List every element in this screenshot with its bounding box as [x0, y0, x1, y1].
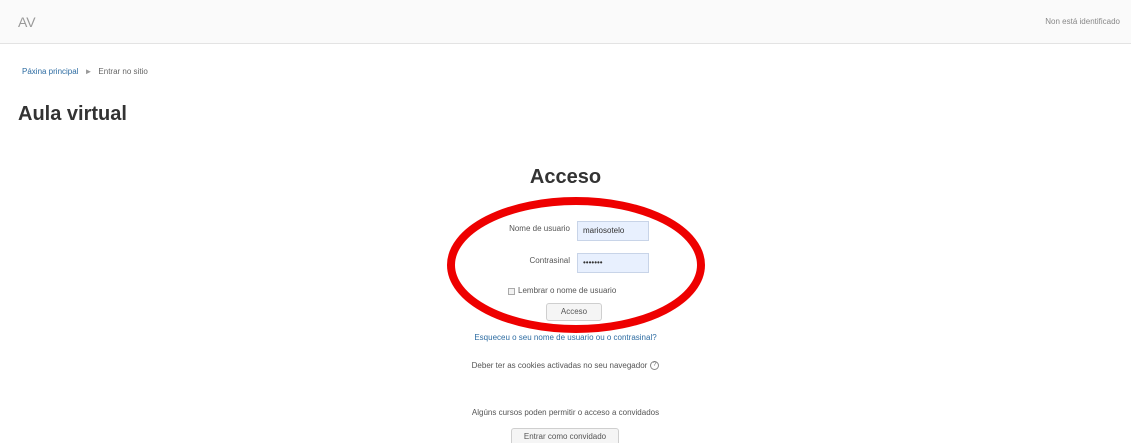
cookies-notice-text: Deber ter as cookies activadas no seu na…: [471, 361, 648, 370]
red-highlight-ellipse: [447, 197, 705, 333]
forgot-credentials-text[interactable]: Esqueceu o seu nome de usuario ou o cont…: [474, 333, 656, 342]
login-status-text: Non está identificado: [1045, 17, 1120, 26]
cookies-notice: Deber ter as cookies activadas no seu na…: [0, 361, 1131, 371]
breadcrumb-separator-icon: ►: [84, 66, 93, 76]
username-label: Nome de usuario: [509, 224, 570, 233]
login-heading: Acceso: [529, 166, 602, 188]
breadcrumb-home-link[interactable]: Páxina principal: [22, 67, 78, 76]
login-submit-button[interactable]: Acceso: [546, 303, 602, 321]
guest-login-button[interactable]: Entrar como convidado: [511, 428, 619, 443]
top-navbar: AV Non está identificado: [0, 0, 1131, 44]
guest-access-note: Algúns cursos poden permitir o acceso a …: [0, 408, 1131, 417]
breadcrumb: Páxina principal ► Entrar no sitio: [22, 60, 148, 82]
guest-access-text: Algúns cursos poden permitir o acceso a …: [471, 408, 660, 417]
help-icon[interactable]: ?: [650, 361, 660, 371]
password-label: Contrasinal: [529, 256, 570, 265]
forgot-credentials-link[interactable]: Esqueceu o seu nome de usuario ou o cont…: [0, 333, 1131, 342]
breadcrumb-current: Entrar no sitio: [98, 66, 148, 76]
page-title: Aula virtual: [18, 103, 127, 125]
remember-username-label[interactable]: Lembrar o nome de usuario: [518, 286, 616, 295]
site-brand-link[interactable]: AV: [18, 14, 36, 30]
username-input[interactable]: mariosotelo: [577, 221, 649, 241]
password-input[interactable]: •••••••: [577, 253, 649, 273]
remember-username-checkbox[interactable]: [508, 288, 515, 295]
